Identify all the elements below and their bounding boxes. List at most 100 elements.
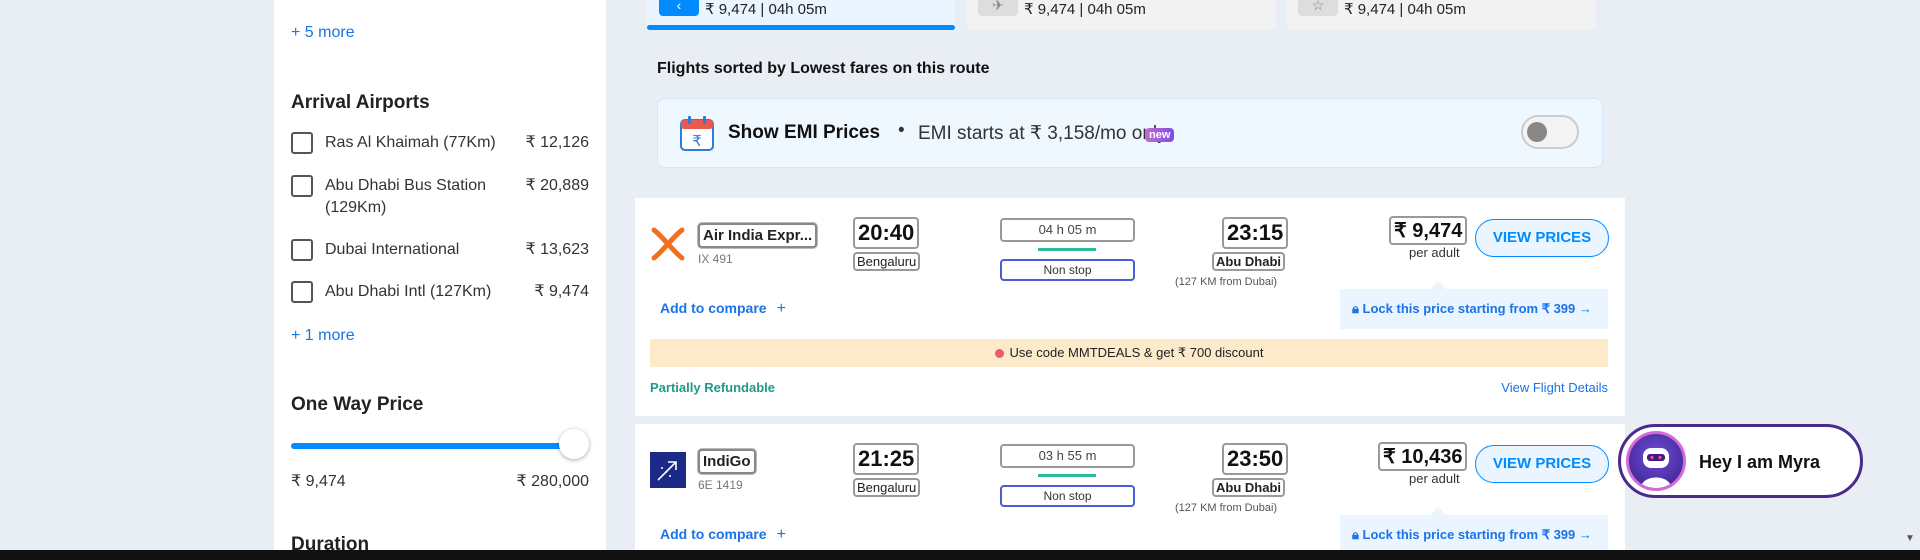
arrival-airport-option[interactable]: Dubai International ₹ 13,623 [291,239,589,261]
filter-sidebar: + 5 more Arrival Airports Ras Al Khaimah… [274,0,606,550]
lock-price-link[interactable]: 🔒︎ Lock this price starting from ₹ 399 → [1340,281,1608,329]
lock-icon: 🔒︎ [1352,301,1359,316]
arrival-city: Abu Dhabi [1212,478,1285,497]
checkbox[interactable] [291,239,313,261]
deal-banner: Use code MMTDEALS & get ₹ 700 discount [650,339,1608,367]
bottom-edge-bar [0,550,1920,560]
toggle-knob [1527,122,1547,142]
airline-name: IndiGo [698,449,756,474]
route-line [1038,248,1096,251]
refund-status: Partially Refundable [650,380,775,395]
arrival-airport-option[interactable]: Ras Al Khaimah (77Km) ₹ 12,126 [291,132,589,154]
add-to-compare-label: Add to compare [660,526,767,542]
price-max-label: ₹ 280,000 [516,473,589,490]
add-to-compare-link[interactable]: Add to compare + [660,300,786,318]
airline-name: Air India Expr... [698,223,818,248]
active-tab-indicator [647,25,955,30]
lock-price-text: Lock this price starting from ₹ 399 [1362,301,1576,316]
results-panel: ‹ ₹ 9,474 | 04h 05m ✈ ₹ 9,474 | 04h 05m … [635,0,1625,550]
emi-banner: ₹ Show EMI Prices • EMI starts at ₹ 3,15… [657,98,1603,168]
plane-icon: ✈ [978,0,1018,16]
departure-time: 20:40 [853,217,920,249]
lock-price-link[interactable]: 🔒︎ Lock this price starting from ₹ 399 → [1340,507,1608,550]
price-slider-handle[interactable] [559,429,589,459]
air-india-express-logo-icon [651,227,685,261]
airport-price: ₹ 13,623 [525,241,589,258]
flight-number: 6E 1419 [698,478,743,492]
view-prices-button[interactable]: VIEW PRICES [1475,219,1609,257]
emi-toggle[interactable] [1521,115,1579,149]
flight-duration: 03 h 55 m [1000,444,1135,468]
checkbox[interactable] [291,175,313,197]
robot-avatar-icon [1626,431,1686,491]
add-to-compare-link[interactable]: Add to compare + [660,526,786,544]
emi-subtitle: EMI starts at ₹ 3,158/mo only [918,123,1167,144]
airport-name: Ras Al Khaimah (77Km) [325,134,496,151]
flight-number: IX 491 [698,252,733,266]
lock-price-text: Lock this price starting from ₹ 399 [1362,527,1576,542]
flight-card: Air India Expr... IX 491 20:40 Bengaluru… [635,198,1625,416]
calendar-rupee-icon: ₹ [680,116,714,151]
checkbox[interactable] [291,281,313,303]
myra-chat-button[interactable]: Hey I am Myra [1618,424,1863,498]
duration-title: Duration [291,534,370,550]
flight-duration: 04 h 05 m [1000,218,1135,242]
airport-price: ₹ 12,126 [525,134,589,151]
airport-name: Dubai International [325,241,460,258]
date-fare-tab[interactable]: ‹ ₹ 9,474 | 04h 05m [647,0,955,30]
departure-city: Bengaluru [853,252,921,271]
arrival-more-link[interactable]: + 1 more [291,327,355,345]
fare-price: ₹ 9,474 [1389,216,1468,245]
calendar-rupee-symbol: ₹ [692,132,702,150]
emi-separator: • [898,120,905,141]
airport-name: Abu Dhabi Bus Station (129Km) [325,177,486,216]
tab-fare-text: ₹ 9,474 | 04h 05m [1024,1,1146,18]
arrival-city: Abu Dhabi [1212,252,1285,271]
scroll-down-arrow-icon[interactable]: ▼ [1905,533,1915,544]
plus-icon: + [776,300,786,317]
arrival-airport-option[interactable]: Abu Dhabi Intl (127Km) ₹ 9,474 [291,281,589,303]
tab-fare-text: ₹ 9,474 | 04h 05m [705,1,827,18]
emi-title: Show EMI Prices [728,122,881,143]
per-adult-label: per adult [1409,245,1460,260]
stops-label: Non stop [1000,259,1135,281]
chatbot-label: Hey I am Myra [1699,452,1821,472]
star-icon: ☆ [1298,0,1338,16]
new-badge: new [1145,128,1175,142]
arrow-right-icon: → [1578,527,1592,542]
arrival-time: 23:15 [1222,217,1289,249]
price-slider-track[interactable] [291,443,574,449]
add-to-compare-label: Add to compare [660,300,767,316]
airport-price: ₹ 20,889 [525,177,589,194]
deal-text: Use code MMTDEALS & get ₹ 700 discount [1009,345,1264,360]
indigo-logo-icon [650,452,686,488]
departure-city: Bengaluru [853,478,921,497]
lock-icon: 🔒︎ [1352,527,1359,542]
sorted-by-title: Flights sorted by Lowest fares on this r… [657,60,990,77]
checkbox[interactable] [291,132,313,154]
airport-price: ₹ 9,474 [534,283,589,300]
arrival-distance-note: (127 KM from Dubai) [1175,502,1278,514]
date-fare-tab[interactable]: ☆ ₹ 9,474 | 04h 05m [1286,0,1596,30]
route-line [1038,474,1096,477]
tab-fare-text: ₹ 9,474 | 04h 05m [1344,1,1466,18]
tooltip-caret [1430,507,1446,515]
per-adult-label: per adult [1409,471,1460,486]
tooltip-caret [1430,281,1446,289]
plus-icon: + [776,526,786,543]
arrival-airport-option[interactable]: Abu Dhabi Bus Station (129Km) ₹ 20,889 [291,175,589,219]
arrival-distance-note: (127 KM from Dubai) [1175,276,1278,288]
flight-card: IndiGo 6E 1419 21:25 Bengaluru 03 h 55 m… [635,424,1625,550]
fare-price: ₹ 10,436 [1378,442,1468,471]
departure-time: 21:25 [853,443,920,475]
view-flight-details-link[interactable]: View Flight Details [1501,380,1608,395]
chevron-left-icon: ‹ [659,0,699,16]
deal-dot-icon [994,349,1004,359]
airport-name: Abu Dhabi Intl (127Km) [325,283,492,300]
stops-label: Non stop [1000,485,1135,507]
view-prices-button[interactable]: VIEW PRICES [1475,445,1609,483]
arrival-airports-title: Arrival Airports [291,92,430,113]
departure-more-link[interactable]: + 5 more [291,24,355,42]
arrow-right-icon: → [1578,301,1592,316]
date-fare-tab[interactable]: ✈ ₹ 9,474 | 04h 05m [966,0,1276,30]
